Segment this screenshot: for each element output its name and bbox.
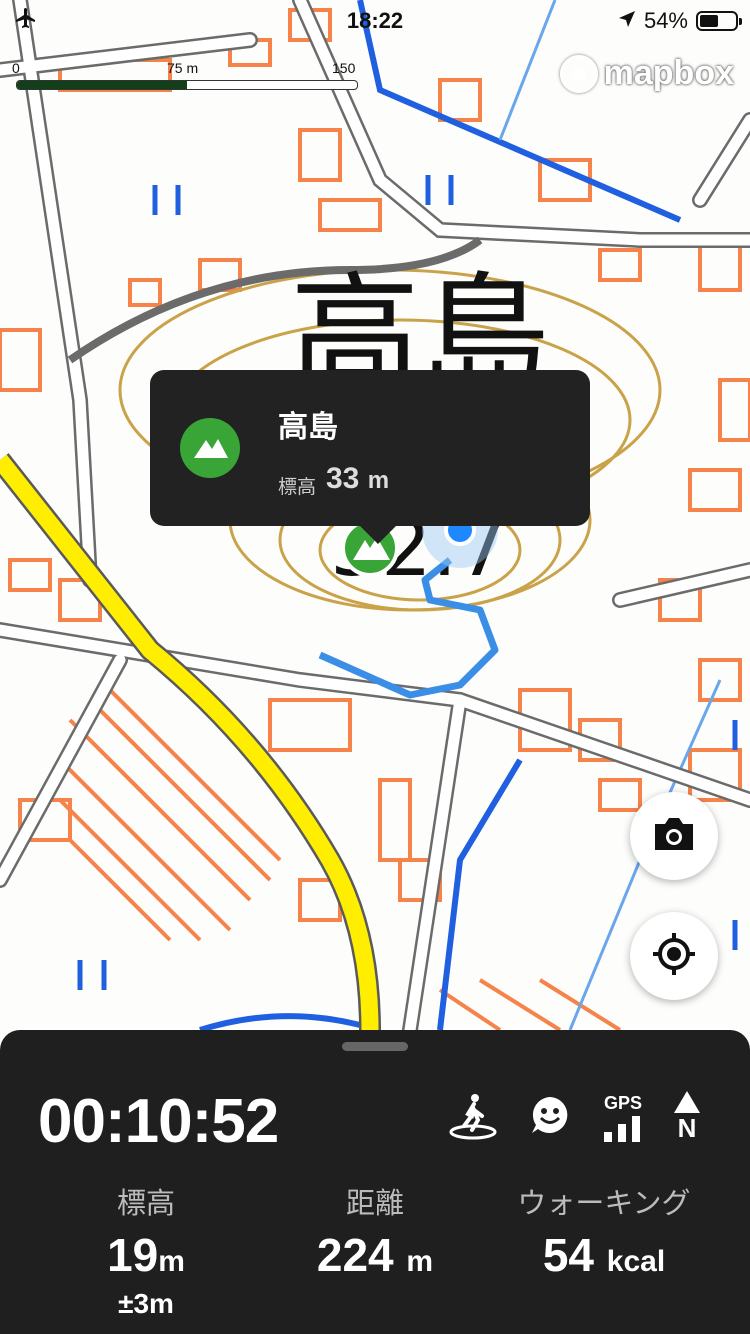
stat-elevation: 標高 19m ±3m xyxy=(26,1180,266,1320)
stat-walking-value: 54 kcal xyxy=(542,1229,666,1281)
location-arrow-icon xyxy=(618,8,636,34)
stat-distance-label: 距離 xyxy=(345,1188,404,1220)
stat-walking-label: ウォーキング xyxy=(517,1188,691,1220)
stat-elevation-label: 標高 xyxy=(116,1188,175,1220)
stat-elevation-accuracy: ±3m xyxy=(118,1288,174,1319)
activity-panel: 00:10:52 GPS N 標高 19m ±3m 距離 224 m ウォーキン… xyxy=(0,1030,750,1334)
mountain-icon xyxy=(180,418,240,478)
popup-title: 高島 xyxy=(278,411,338,444)
stat-distance-value: 224 m xyxy=(316,1229,434,1281)
mapbox-attribution[interactable]: mapbox xyxy=(559,54,734,93)
scale-label-0: 0 xyxy=(12,60,20,76)
walker-icon[interactable] xyxy=(448,1090,498,1145)
map-scale-bar: 0 75 m 150 m xyxy=(12,60,362,92)
popup-elevation-value: 33 m xyxy=(326,462,390,495)
scale-label-75: 75 m xyxy=(167,60,199,76)
locate-icon xyxy=(651,931,697,982)
stat-distance: 距離 224 m xyxy=(255,1180,495,1282)
gps-signal-icon[interactable]: GPS xyxy=(602,1093,644,1142)
locate-button[interactable] xyxy=(630,912,718,1000)
camera-button[interactable] xyxy=(630,792,718,880)
elapsed-timer: 00:10:52 xyxy=(38,1087,279,1156)
stat-walking: ウォーキング 54 kcal xyxy=(484,1180,724,1282)
mapbox-logo-icon xyxy=(559,54,598,93)
camera-icon xyxy=(651,816,697,857)
mapbox-wordmark: mapbox xyxy=(603,54,734,92)
place-popup[interactable]: 高島 標高 33 m xyxy=(150,370,590,544)
battery-percent: 54% xyxy=(643,8,688,33)
status-bar: 18:22 54% xyxy=(0,0,750,44)
drag-handle[interactable] xyxy=(342,1042,408,1051)
stat-elevation-value: 19m xyxy=(107,1229,185,1281)
face-icon[interactable] xyxy=(528,1093,572,1142)
battery-icon xyxy=(696,11,742,31)
compass-north-icon[interactable]: N xyxy=(674,1091,700,1144)
popup-elevation-label: 標高 xyxy=(278,477,317,498)
